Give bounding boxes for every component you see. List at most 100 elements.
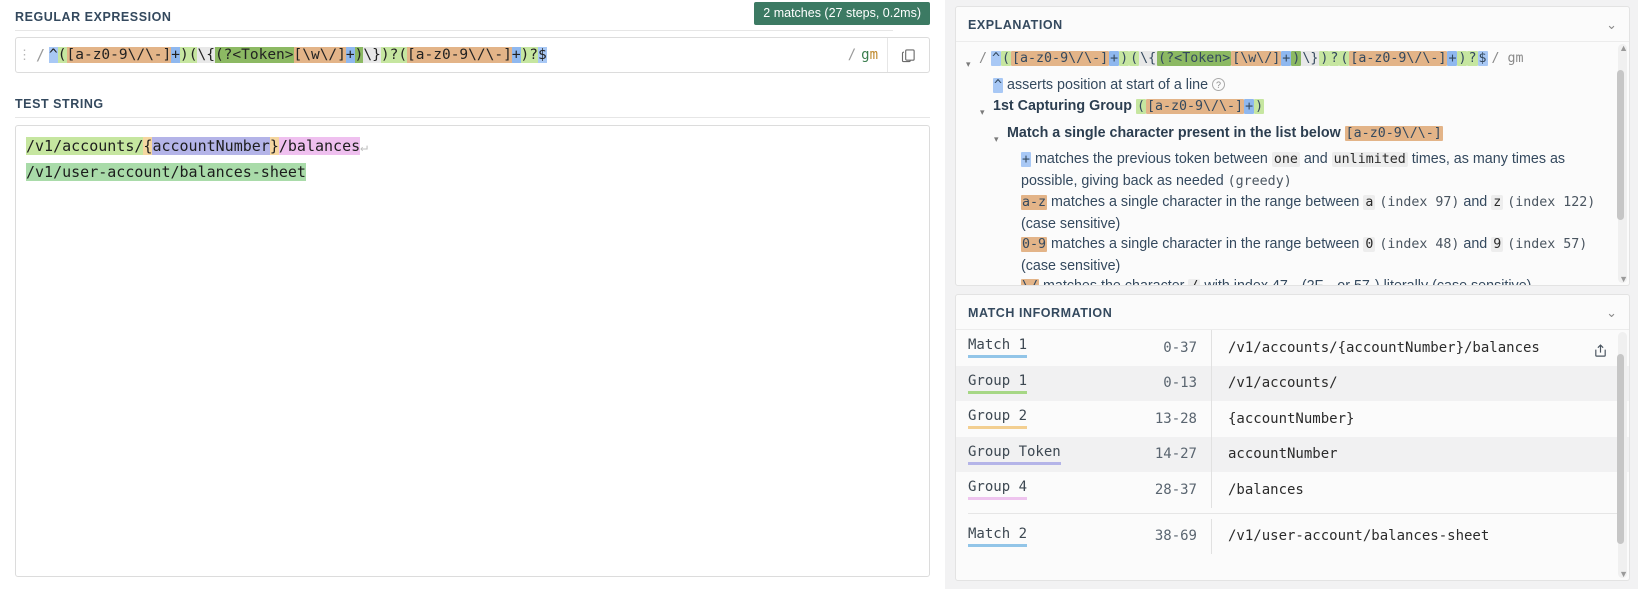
drag-handle-icon[interactable]: ⋮ — [16, 38, 32, 72]
explanation-row-text: \/ matches the character / with index 47… — [1021, 276, 1601, 285]
match-value: accountNumber — [1211, 436, 1629, 472]
test-string-line: /v1/accounts/{accountNumber}/balances↵ — [26, 134, 919, 160]
match-information-table: Match 1 0-37/v1/accounts/{accountNumber}/… — [956, 330, 1629, 554]
match-range: 13-28 — [1154, 410, 1197, 427]
match-range: 0-37 — [1163, 339, 1197, 356]
match-label: Group 2 — [956, 408, 1126, 430]
regex-token-15: [a-z0-9\/\-] — [407, 47, 512, 63]
match-highlight-0-4: /balances — [278, 137, 361, 155]
help-icon[interactable]: ? — [1212, 77, 1226, 91]
scroll-up-icon[interactable]: ▲ — [1619, 43, 1628, 53]
regex-input[interactable]: ^([a-z0-9\/\-] +)(\{(?<Token> [\w\/] +) \})?… — [49, 38, 844, 72]
explain-token: + — [1447, 51, 1458, 66]
table-row[interactable]: Match 2 38-69/v1/user-account/balances-sh… — [956, 518, 1629, 554]
explanation-tree: ▾ / ^([a-z0-9\/\-] +)(\{(?<Token> [\w\/] +) \… — [956, 42, 1629, 285]
match-label: Group 1 — [956, 373, 1126, 394]
scroll-down-icon[interactable]: ▼ — [1619, 274, 1628, 284]
test-string-input[interactable]: /v1/accounts/{accountNumber}/balances↵/v… — [15, 125, 930, 577]
disclosure-triangle-icon[interactable]: ▾ — [980, 96, 993, 123]
match-range: 28-37 — [1154, 481, 1197, 498]
regex-token-14: ( — [398, 47, 408, 63]
regex-token-12: ) — [380, 47, 390, 63]
explain-token: [a-z0-9\/\-] — [1344, 125, 1443, 141]
explanation-row[interactable]: ▾ / ^([a-z0-9\/\-] +)(\{(?<Token> [\w\/] +) \… — [966, 48, 1601, 75]
explain-token: ) — [1291, 51, 1302, 66]
disclosure-triangle-icon[interactable]: ▾ — [966, 48, 979, 75]
disclosure-triangle-icon[interactable]: ▾ — [994, 123, 1007, 150]
regex-token-2: [a-z0-9\/\-] — [66, 47, 172, 63]
explain-token: ( — [1135, 99, 1146, 114]
copy-icon[interactable] — [887, 38, 929, 72]
match-information-scrollbar[interactable] — [1617, 332, 1627, 578]
regex-flags[interactable]: / g m — [844, 38, 887, 72]
scroll-down-icon[interactable]: ▼ — [1619, 569, 1628, 579]
explanation-row-text: ^ asserts position at start of a line ? — [993, 75, 1601, 97]
regex-token-7: (?<Token> — [214, 47, 294, 63]
regex-token-17: ) — [520, 47, 530, 63]
chevron-down-icon[interactable]: ⌄ — [1606, 17, 1617, 33]
test-string-section-title: TEST STRING — [15, 97, 104, 111]
match-group-divider — [968, 512, 1617, 514]
match-value: /v1/accounts/{accountNumber}/balances — [1211, 330, 1629, 366]
explain-token: + — [1109, 51, 1120, 66]
chevron-down-icon[interactable]: ⌄ — [1606, 305, 1617, 321]
explanation-panel: EXPLANATION ⌄ ▾ / ^([a-z0-9\/\-] +)(\{(?<T… — [955, 6, 1630, 286]
explain-token: + — [1021, 152, 1032, 167]
explanation-title: EXPLANATION — [968, 18, 1063, 32]
explain-token: \} — [1301, 51, 1320, 66]
regex-token-16: + — [511, 47, 521, 63]
explain-token: a-z — [1021, 195, 1048, 210]
explanation-row[interactable]: ▾ 1st Capturing Group ([a-z0-9\/\-] +) — [966, 96, 1601, 123]
explanation-body: ▾ / ^([a-z0-9\/\-] +)(\{(?<Token> [\w\/] +) \… — [956, 42, 1629, 285]
test-string-line: /v1/user-account/balances-sheet — [26, 160, 919, 184]
table-row[interactable]: Group Token 14-27 accountNumber — [956, 436, 1629, 472]
regex-token-6: \{ — [197, 47, 215, 63]
regex-token-4: ) — [180, 47, 189, 63]
explain-token: ^ — [993, 77, 1004, 93]
table-row[interactable]: Group 4 28-37/balances — [956, 472, 1629, 508]
explanation-row-text: 0-9 matches a single character in the ra… — [1021, 236, 1588, 274]
explanation-header: EXPLANATION ⌄ — [956, 7, 1629, 42]
table-row[interactable]: Match 1 0-37/v1/accounts/{accountNumber}/… — [956, 330, 1629, 366]
explain-token: + — [1244, 99, 1255, 114]
regex-token-5: ( — [188, 47, 198, 63]
explanation-row[interactable]: ▾ Match a single character present in the… — [966, 123, 1601, 150]
explanation-row-text: / ^([a-z0-9\/\-] +)(\{(?<Token> [\w\/] +) \}… — [979, 51, 1524, 66]
match-information-body: Match 1 0-37/v1/accounts/{accountNumber}/… — [956, 330, 1629, 580]
match-highlight-0-0: /v1/accounts/ — [26, 137, 144, 155]
table-row[interactable]: Group 1 0-13/v1/accounts/ — [956, 365, 1629, 401]
test-header-divider — [15, 117, 930, 118]
match-highlight-0-3: } — [269, 137, 279, 155]
flag-multiline[interactable]: m — [870, 47, 878, 63]
explanation-row-text: + matches the previous token between one… — [1021, 151, 1566, 189]
explain-token: \/ — [1021, 279, 1040, 285]
match-value: /v1/user-account/balances-sheet — [1211, 518, 1629, 554]
regex-token-13: ? — [389, 47, 399, 63]
regex-token-11: \} — [363, 47, 381, 63]
explanation-scrollbar[interactable] — [1617, 44, 1627, 283]
left-column: REGULAR EXPRESSION 2 matches (27 steps, … — [0, 0, 945, 589]
regex-input-row[interactable]: ⋮ / ^([a-z0-9\/\-] +)(\{(?<Token> [\w\/] +)… — [15, 37, 930, 73]
explain-token: 0-9 — [1021, 237, 1048, 252]
match-information-panel: MATCH INFORMATION ⌄ Match 1 0-37/v1/accou… — [955, 294, 1630, 581]
explain-token: (?<Token> — [1157, 51, 1232, 66]
regex-section-header: REGULAR EXPRESSION 2 matches (27 steps, … — [15, 0, 930, 30]
table-row[interactable]: Group 2 13-28 {accountNumber} — [956, 401, 1629, 437]
match-value: /v1/accounts/ — [1211, 365, 1629, 401]
newline-marker-icon: ↵ — [360, 140, 368, 155]
match-information-scroll-thumb[interactable] — [1617, 354, 1624, 544]
regex-token-0: ^ — [49, 47, 58, 63]
right-column: EXPLANATION ⌄ ▾ / ^([a-z0-9\/\-] +)(\{(?<T… — [945, 0, 1638, 589]
explanation-scroll-thumb[interactable] — [1617, 70, 1624, 220]
match-information-title: MATCH INFORMATION — [968, 306, 1113, 320]
explanation-row-text: 1st Capturing Group ([a-z0-9\/\-] +) — [993, 98, 1265, 114]
explanation-row-text: Match a single character present in the … — [1007, 124, 1443, 141]
explain-token: [a-z0-9\/\-] — [1146, 99, 1245, 114]
flag-global[interactable]: g — [861, 47, 869, 63]
match-label: Match 2 — [956, 526, 1126, 547]
explain-token: ) — [1319, 51, 1330, 66]
explain-token: $ — [1477, 51, 1488, 66]
share-icon[interactable] — [1587, 337, 1613, 363]
